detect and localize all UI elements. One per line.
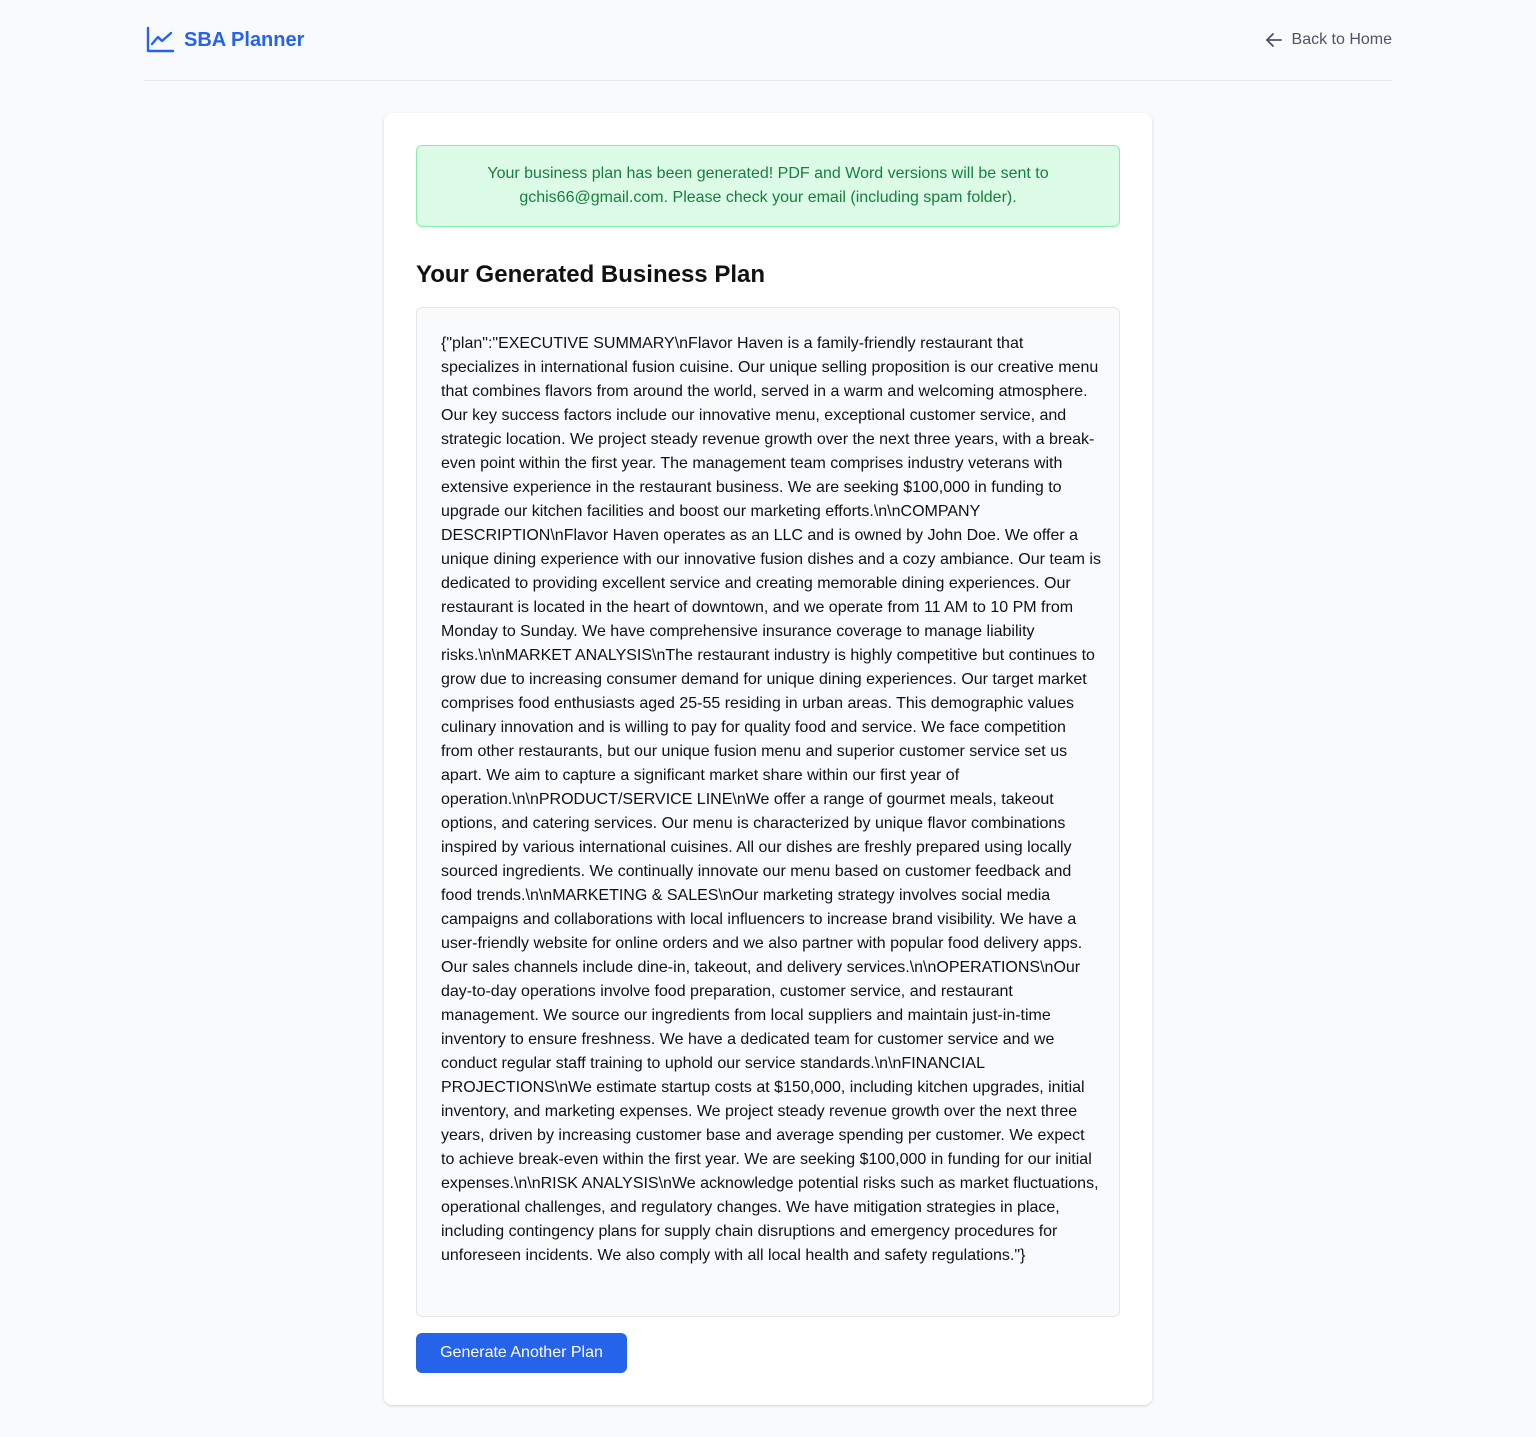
- top-navigation: SBA Planner Back to Home: [144, 0, 1392, 81]
- result-card: Your business plan has been generated! P…: [384, 113, 1152, 1405]
- success-alert-message: Your business plan has been generated! P…: [487, 165, 1049, 206]
- generate-another-plan-button[interactable]: Generate Another Plan: [416, 1333, 627, 1373]
- back-to-home-link[interactable]: Back to Home: [1264, 28, 1392, 52]
- trending-up-icon: [146, 26, 175, 53]
- brand-logo[interactable]: SBA Planner: [144, 24, 304, 56]
- back-link-label: Back to Home: [1291, 31, 1392, 48]
- arrow-left-icon: [1265, 33, 1282, 47]
- page-title: Your Generated Business Plan: [416, 261, 765, 288]
- success-alert: Your business plan has been generated! P…: [416, 145, 1120, 227]
- business-plan-text: {"plan":"EXECUTIVE SUMMARY\nFlavor Haven…: [441, 335, 1106, 1264]
- brand-name: SBA Planner: [184, 29, 305, 51]
- business-plan-output: {"plan":"EXECUTIVE SUMMARY\nFlavor Haven…: [416, 307, 1120, 1317]
